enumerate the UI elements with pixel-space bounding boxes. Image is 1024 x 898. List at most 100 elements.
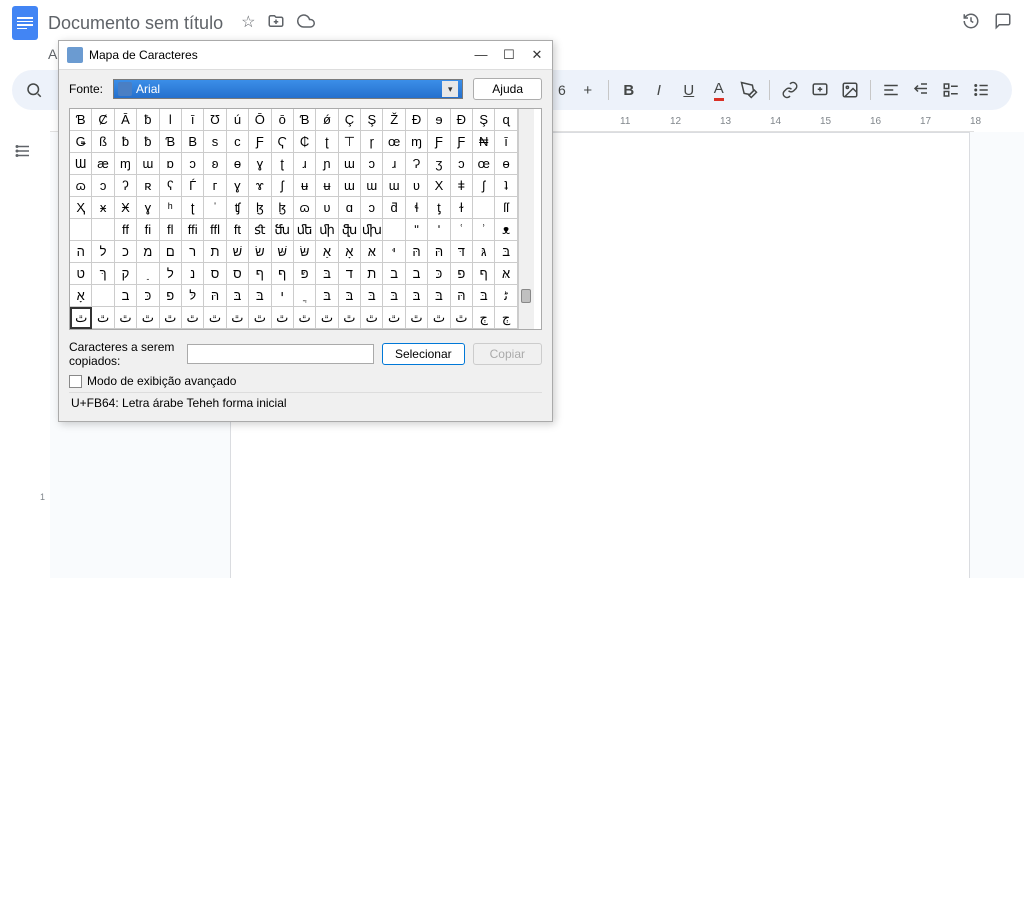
char-cell[interactable]: כ [115, 241, 137, 263]
highlight-button[interactable] [735, 76, 763, 104]
char-cell[interactable]: ʇ [495, 175, 517, 197]
char-cell[interactable]: ff [115, 219, 137, 241]
underline-button[interactable]: U [675, 76, 703, 104]
char-cell[interactable]: כּ [137, 285, 159, 307]
char-cell[interactable]: Đ [406, 109, 428, 131]
char-cell[interactable]: ٿ [406, 307, 428, 329]
char-cell[interactable]: Ɓ [294, 109, 316, 131]
char-cell[interactable]: ٿ [204, 307, 226, 329]
char-cell[interactable]: ם [160, 241, 182, 263]
char-cell[interactable]: ﭨ [495, 285, 517, 307]
char-cell[interactable]: X [428, 175, 450, 197]
char-cell[interactable]: Ō [249, 109, 271, 131]
char-cell[interactable]: ʰ [160, 197, 182, 219]
char-cell[interactable]: ɹ [383, 153, 405, 175]
char-cell[interactable]: ī [495, 131, 517, 153]
char-cell[interactable]: ɔ [92, 175, 114, 197]
char-cell[interactable]: ú [227, 109, 249, 131]
char-cell[interactable]: fi [137, 219, 159, 241]
char-cell[interactable]: ɬ [406, 197, 428, 219]
char-cell[interactable]: ɲ [316, 153, 338, 175]
copy-input[interactable] [187, 344, 374, 364]
char-cell[interactable]: ffi [182, 219, 204, 241]
char-cell[interactable]: פ [160, 285, 182, 307]
line-spacing-button[interactable] [907, 76, 935, 104]
char-cell[interactable]: ף [249, 263, 271, 285]
char-cell[interactable]: ɯ [339, 153, 361, 175]
char-cell[interactable] [70, 219, 92, 241]
char-cell[interactable]: ס [204, 263, 226, 285]
char-cell[interactable]: Ş [361, 109, 383, 131]
char-cell[interactable]: הּ [406, 241, 428, 263]
char-cell[interactable]: ǿ [316, 109, 338, 131]
char-cell[interactable]: ʋ [406, 175, 428, 197]
char-cell[interactable]: Ѓ [182, 175, 204, 197]
char-cell[interactable]: ٿ [451, 307, 473, 329]
advanced-checkbox[interactable] [69, 375, 82, 388]
char-cell[interactable]: ٿ [272, 307, 294, 329]
char-cell[interactable]: ב [115, 285, 137, 307]
char-cell[interactable]: בּ [495, 241, 517, 263]
char-cell[interactable]: Ā [115, 109, 137, 131]
char-cell[interactable]: г [204, 175, 226, 197]
char-cell[interactable]: ƌ [383, 197, 405, 219]
copy-button[interactable]: Copiar [473, 343, 542, 365]
char-cell[interactable]: ʒ [428, 153, 450, 175]
char-cell[interactable]: בּ [361, 285, 383, 307]
char-cell[interactable]: ɘ [428, 109, 450, 131]
char-cell[interactable]: בּ [316, 285, 338, 307]
char-cell[interactable]: ƀ [137, 131, 159, 153]
char-cell[interactable]: ף [473, 263, 495, 285]
char-cell[interactable]: ﬖ [339, 219, 361, 241]
char-cell[interactable]: אָ [339, 241, 361, 263]
dialog-titlebar[interactable]: Mapa de Caracteres — ☐ ✕ [59, 41, 552, 70]
char-cell[interactable]: ʧ [227, 197, 249, 219]
char-cell[interactable]: ʔ [115, 175, 137, 197]
char-cell[interactable]: ɔ [182, 153, 204, 175]
char-cell[interactable]: ʋ [316, 197, 338, 219]
char-cell[interactable]: בּ [473, 285, 495, 307]
char-cell[interactable]: ڄ [473, 307, 495, 329]
char-cell[interactable]: ɑ [339, 197, 361, 219]
italic-button[interactable]: I [645, 76, 673, 104]
cloud-status-icon[interactable] [297, 12, 315, 35]
char-cell[interactable]: ٿ [70, 307, 92, 329]
char-cell[interactable]: הּ [204, 285, 226, 307]
char-cell[interactable]: ב [383, 263, 405, 285]
star-icon[interactable]: ☆ [241, 12, 255, 35]
char-cell[interactable]: ɣ [137, 197, 159, 219]
char-cell[interactable]: ᴥ [495, 219, 517, 241]
char-cell[interactable]: ɱ [115, 153, 137, 175]
char-cell[interactable]: ב [406, 263, 428, 285]
char-cell[interactable]: c [227, 131, 249, 153]
char-cell[interactable]: ɯ [137, 153, 159, 175]
char-cell[interactable]: ɯ [339, 175, 361, 197]
char-cell[interactable]: ٿ [249, 307, 271, 329]
char-cell[interactable]: Ӿ [115, 197, 137, 219]
char-cell[interactable]: ɵ [227, 153, 249, 175]
char-cell[interactable]: œ [473, 153, 495, 175]
char-cell[interactable]: בּ [249, 285, 271, 307]
char-cell[interactable] [92, 285, 114, 307]
char-cell[interactable]: ₦ [473, 131, 495, 153]
minimize-button[interactable]: — [474, 47, 488, 63]
char-cell[interactable]: פ [451, 263, 473, 285]
char-cell[interactable]: ק [115, 263, 137, 285]
char-cell[interactable]: ٿ [428, 307, 450, 329]
char-cell[interactable]: שׂ [249, 241, 271, 263]
close-button[interactable]: ✕ [530, 47, 544, 63]
char-cell[interactable]: ƀ [137, 109, 159, 131]
char-cell[interactable]: ٿ [115, 307, 137, 329]
char-cell[interactable]: ס [227, 263, 249, 285]
char-cell[interactable]: בּ [339, 285, 361, 307]
char-cell[interactable]: ɵ [495, 153, 517, 175]
char-cell[interactable]: Ɓ [70, 109, 92, 131]
char-cell[interactable]: ɣ [249, 153, 271, 175]
char-cell[interactable]: ף [272, 263, 294, 285]
char-cell[interactable]: ɮ [272, 197, 294, 219]
char-cell[interactable]: ɯ [361, 175, 383, 197]
char-cell[interactable]: æ [92, 153, 114, 175]
select-button[interactable]: Selecionar [382, 343, 465, 365]
char-cell[interactable]: ɹ [294, 153, 316, 175]
char-cell[interactable]: Ş [473, 109, 495, 131]
